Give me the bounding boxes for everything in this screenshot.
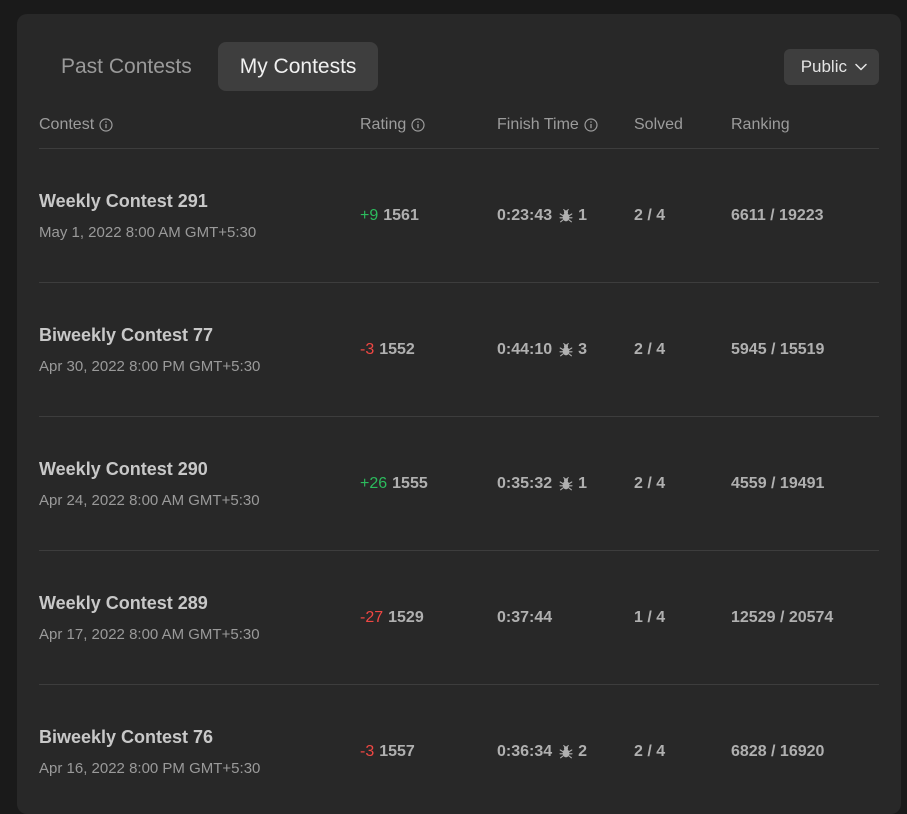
rating-cell: -27 1529 bbox=[360, 609, 424, 627]
rating-change: -3 bbox=[360, 743, 375, 760]
contest-date: Apr 16, 2022 8:00 PM GMT+5:30 bbox=[39, 760, 261, 777]
ranking-value: 12529 / 20574 bbox=[731, 609, 834, 626]
finish-time-cell: 0:37:44 bbox=[497, 609, 552, 627]
contest-history-card: Past Contests My Contests Public Contest… bbox=[17, 14, 901, 814]
finish-time-cell: 0:35:32 1 bbox=[497, 475, 587, 493]
bug-icon bbox=[559, 477, 573, 491]
contest-date: Apr 30, 2022 8:00 PM GMT+5:30 bbox=[39, 358, 261, 375]
header-solved: Solved bbox=[634, 116, 683, 134]
rating-change: +26 bbox=[360, 475, 388, 492]
header-ranking: Ranking bbox=[731, 116, 790, 134]
finish-time: 0:36:34 bbox=[497, 743, 553, 760]
header-contest: Contest bbox=[39, 116, 113, 134]
rating-value: 1557 bbox=[379, 743, 415, 760]
finish-time: 0:23:43 bbox=[497, 207, 553, 224]
wrong-submissions-count: 1 bbox=[578, 207, 588, 224]
rating-value: 1529 bbox=[388, 609, 424, 626]
bug-icon bbox=[559, 745, 573, 759]
finish-time-cell: 0:36:34 2 bbox=[497, 743, 587, 761]
contest-name[interactable]: Biweekly Contest 76 bbox=[39, 727, 213, 748]
solved-count: 2 / 4 bbox=[634, 207, 666, 224]
finish-time-cell: 0:23:43 1 bbox=[497, 207, 587, 225]
finish-time: 0:35:32 bbox=[497, 475, 553, 492]
table-row: Weekly Contest 291 May 1, 2022 8:00 AM G… bbox=[39, 149, 879, 283]
tab-past-contests[interactable]: Past Contests bbox=[39, 42, 214, 91]
contest-date: Apr 24, 2022 8:00 AM GMT+5:30 bbox=[39, 492, 260, 509]
ranking-value: 5945 / 15519 bbox=[731, 341, 825, 358]
header-contest-label: Contest bbox=[39, 116, 95, 133]
header-ranking-label: Ranking bbox=[731, 116, 790, 133]
wrong-submissions-count: 3 bbox=[578, 341, 588, 358]
contest-name[interactable]: Weekly Contest 289 bbox=[39, 593, 208, 614]
bug-icon bbox=[559, 343, 573, 357]
rating-cell: +26 1555 bbox=[360, 475, 428, 493]
rating-cell: -3 1557 bbox=[360, 743, 415, 761]
info-icon[interactable] bbox=[584, 118, 598, 132]
ranking-value: 4559 / 19491 bbox=[731, 475, 825, 492]
solved-count: 2 / 4 bbox=[634, 475, 666, 492]
info-icon[interactable] bbox=[99, 118, 113, 132]
rating-cell: +9 1561 bbox=[360, 207, 419, 225]
header-rating-label: Rating bbox=[360, 116, 407, 133]
bug-icon bbox=[559, 209, 573, 223]
table-row: Biweekly Contest 77 Apr 30, 2022 8:00 PM… bbox=[39, 283, 879, 417]
contest-name[interactable]: Weekly Contest 290 bbox=[39, 459, 208, 480]
rating-change: +9 bbox=[360, 207, 379, 224]
solved-count: 2 / 4 bbox=[634, 341, 666, 358]
header-rating: Rating bbox=[360, 116, 425, 134]
chevron-down-icon bbox=[855, 63, 867, 71]
wrong-submissions-count: 2 bbox=[578, 743, 588, 760]
contest-name[interactable]: Biweekly Contest 77 bbox=[39, 325, 213, 346]
header-solved-label: Solved bbox=[634, 116, 683, 133]
wrong-submissions-count: 1 bbox=[578, 475, 588, 492]
ranking-value: 6828 / 16920 bbox=[731, 743, 825, 760]
contest-name[interactable]: Weekly Contest 291 bbox=[39, 191, 208, 212]
visibility-dropdown[interactable]: Public bbox=[783, 49, 879, 85]
rating-value: 1555 bbox=[392, 475, 428, 492]
contest-date: May 1, 2022 8:00 AM GMT+5:30 bbox=[39, 224, 257, 241]
header-finish-time-label: Finish Time bbox=[497, 116, 579, 133]
rating-value: 1552 bbox=[379, 341, 415, 358]
table-row: Weekly Contest 290 Apr 24, 2022 8:00 AM … bbox=[39, 417, 879, 551]
rating-value: 1561 bbox=[383, 207, 419, 224]
finish-time-cell: 0:44:10 3 bbox=[497, 341, 587, 359]
contest-list: Weekly Contest 291 May 1, 2022 8:00 AM G… bbox=[39, 149, 879, 814]
rating-change: -27 bbox=[360, 609, 384, 626]
finish-time: 0:44:10 bbox=[497, 341, 553, 358]
rating-change: -3 bbox=[360, 341, 375, 358]
contest-date: Apr 17, 2022 8:00 AM GMT+5:30 bbox=[39, 626, 260, 643]
rating-cell: -3 1552 bbox=[360, 341, 415, 359]
visibility-label: Public bbox=[800, 57, 847, 76]
table-row: Biweekly Contest 76 Apr 16, 2022 8:00 PM… bbox=[39, 685, 879, 814]
info-icon[interactable] bbox=[411, 118, 425, 132]
table-header: Contest Rating Finish Time Solved Rankin… bbox=[39, 108, 879, 149]
tab-my-contests[interactable]: My Contests bbox=[217, 42, 379, 91]
solved-count: 1 / 4 bbox=[634, 609, 666, 626]
contest-tabs: Past Contests My Contests bbox=[39, 42, 379, 91]
table-row: Weekly Contest 289 Apr 17, 2022 8:00 AM … bbox=[39, 551, 879, 685]
header-finish-time: Finish Time bbox=[497, 116, 598, 134]
ranking-value: 6611 / 19223 bbox=[731, 207, 824, 224]
solved-count: 2 / 4 bbox=[634, 743, 666, 760]
finish-time: 0:37:44 bbox=[497, 609, 553, 626]
